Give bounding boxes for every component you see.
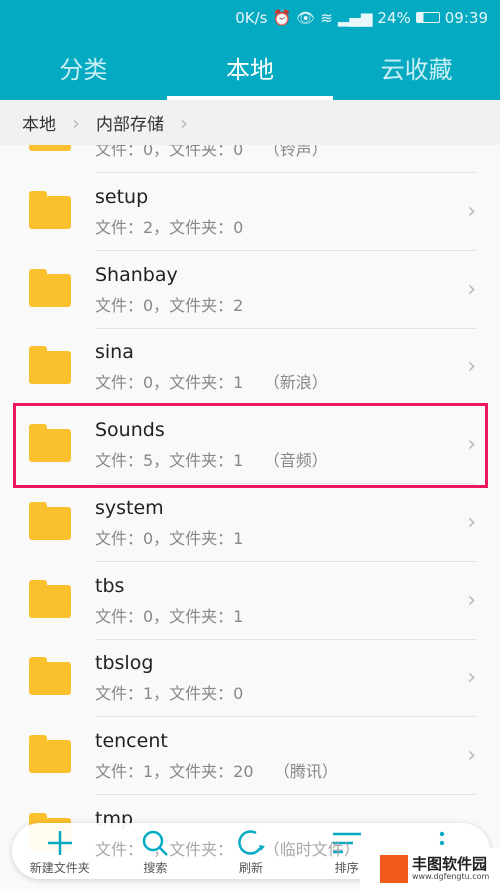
folder-icon: [29, 502, 71, 540]
folder-icon: [29, 580, 71, 618]
folder-row[interactable]: tbslog 文件：1，文件夹：0 ›: [0, 639, 500, 717]
folder-row[interactable]: tbs 文件：0，文件夹：1 ›: [0, 562, 500, 640]
chevron-right-icon: ›: [467, 588, 476, 613]
folder-icon: [29, 346, 71, 384]
chevron-right-icon: ›: [467, 743, 476, 768]
chevron-right-icon: ›: [72, 110, 80, 135]
alarm-icon: ⏰: [272, 8, 292, 27]
folder-icon: [29, 735, 71, 773]
folder-row[interactable]: sina 文件：0，文件夹：1 （新浪） ›: [0, 328, 500, 406]
breadcrumb-local[interactable]: 本地: [22, 110, 56, 135]
eye-icon: 👁: [296, 8, 316, 27]
chevron-right-icon: ›: [180, 110, 188, 135]
folder-row[interactable]: tencent 文件：1，文件夹：20 （腾讯） ›: [0, 717, 500, 795]
tab-category[interactable]: 分类: [0, 35, 167, 100]
watermark-logo: 丰图软件园 www.dgfengtu.com: [360, 848, 500, 889]
folder-row[interactable]: setup 文件：2，文件夹：0 ›: [0, 173, 500, 251]
plus-icon: [46, 827, 74, 859]
network-speed: 0K/s: [235, 8, 268, 27]
battery-percent: 24%: [377, 8, 411, 27]
signal-icon: ▂▄▆: [337, 8, 373, 27]
highlight-box: [13, 403, 488, 488]
folder-row[interactable]: Shanbay 文件：0，文件夹：2 ›: [0, 251, 500, 329]
folder-icon: [29, 191, 71, 229]
chevron-right-icon: ›: [467, 277, 476, 302]
chevron-right-icon: ›: [467, 199, 476, 224]
status-bar: 0K/s ⏰ 👁 ≋ ▂▄▆ 24% 09:39: [0, 0, 500, 35]
tab-bar: 分类 本地 云收藏: [0, 35, 500, 100]
breadcrumb-internal-storage[interactable]: 内部存储: [96, 110, 164, 135]
tab-cloud-favorites[interactable]: 云收藏: [333, 35, 500, 100]
folder-row[interactable]: system 文件：0，文件夹：1 ›: [0, 484, 500, 562]
folder-icon: [29, 269, 71, 307]
wifi-icon: ≋: [320, 8, 333, 27]
logo-mark: [380, 854, 408, 883]
chevron-right-icon: ›: [467, 510, 476, 535]
clock: 09:39: [444, 8, 488, 27]
battery-icon: [415, 12, 440, 23]
chevron-right-icon: ›: [467, 665, 476, 690]
breadcrumb: 本地 › 内部存储 ›: [0, 100, 500, 145]
tab-local[interactable]: 本地: [166, 35, 334, 100]
chevron-right-icon: ›: [467, 354, 476, 379]
new-folder-button[interactable]: 新建文件夹: [12, 823, 108, 879]
folder-icon: [29, 657, 71, 695]
